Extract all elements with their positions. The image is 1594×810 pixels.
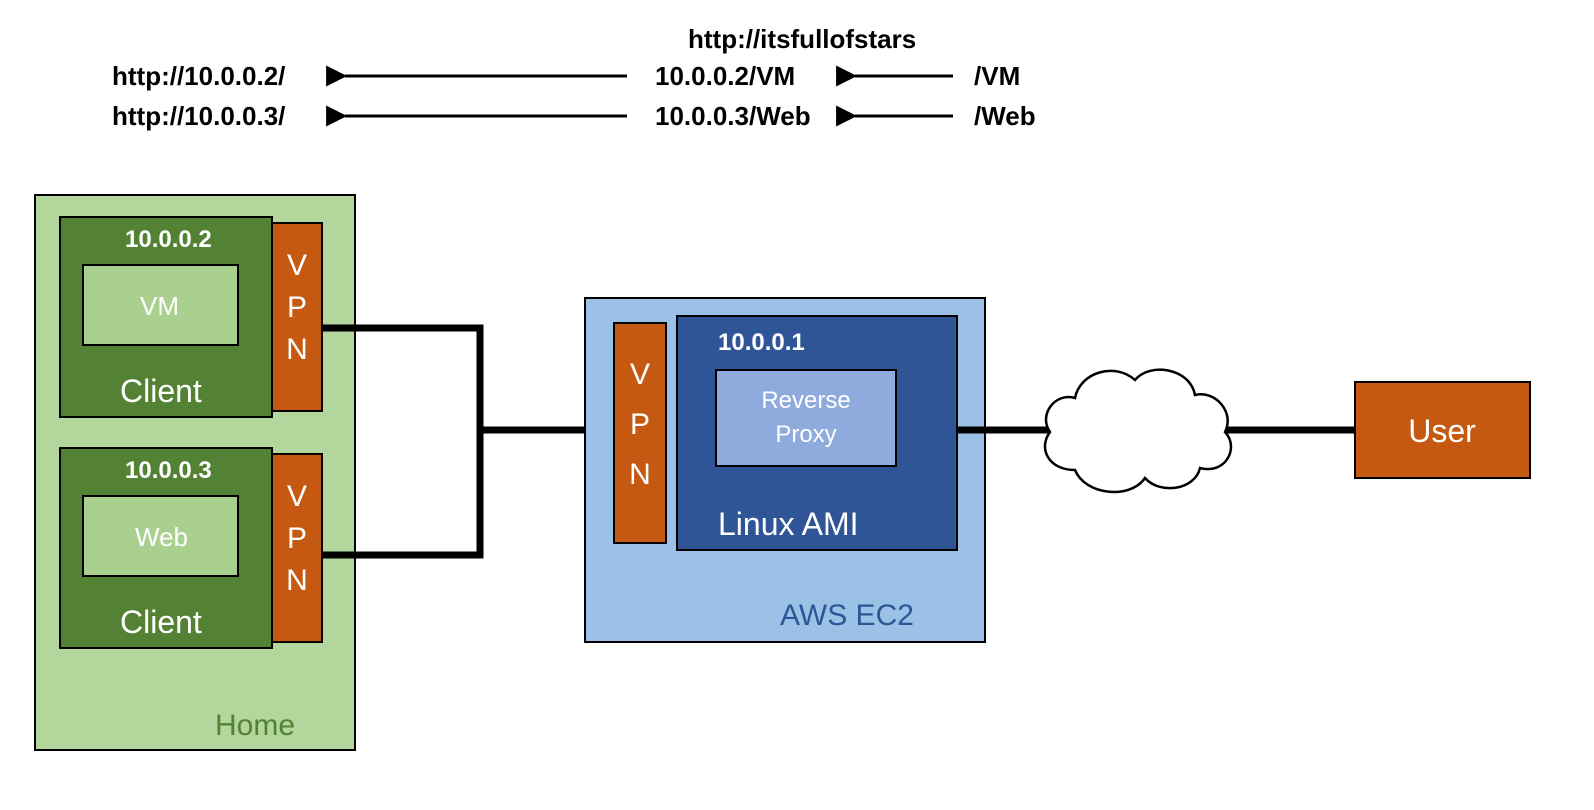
row2-mid: 10.0.0.3/Web [655,101,811,131]
linux-ami-group: 10.0.0.1 Reverse Proxy Linux AMI VPN [614,316,957,550]
user-label: User [1408,413,1476,449]
diagram-canvas: http://itsfullofstars http://10.0.0.2/ h… [0,0,1594,810]
linux-ami-label: Linux AMI [718,506,859,542]
client1-label: Client [120,373,202,409]
row2-left: http://10.0.0.3/ [112,101,285,131]
client1-group: 10.0.0.2 VM Client VPN [60,217,322,417]
aws-vpn: VPN [629,358,651,491]
header-title: http://itsfullofstars [688,24,916,54]
client1-ip: 10.0.0.2 [125,226,212,253]
client2-service: Web [135,522,188,552]
home-label: Home [215,709,295,742]
row2-right: /Web [974,101,1036,131]
client1-service: VM [140,291,179,321]
row1-left: http://10.0.0.2/ [112,61,285,91]
cloud-icon [1045,370,1231,492]
aws-ip: 10.0.0.1 [718,329,805,356]
client2-ip: 10.0.0.3 [125,457,212,484]
aws-label: AWS EC2 [780,599,914,632]
client2-vpn: VPN [286,480,308,597]
vpn-links [322,328,612,555]
proxy-line1: Reverse [761,387,850,414]
client1-vpn: VPN [286,249,308,366]
row1-right: /VM [974,61,1020,91]
client2-group: 10.0.0.3 Web Client VPN [60,448,322,648]
client2-label: Client [120,604,202,640]
row1-mid: 10.0.0.2/VM [655,61,795,91]
proxy-line2: Proxy [775,421,836,448]
